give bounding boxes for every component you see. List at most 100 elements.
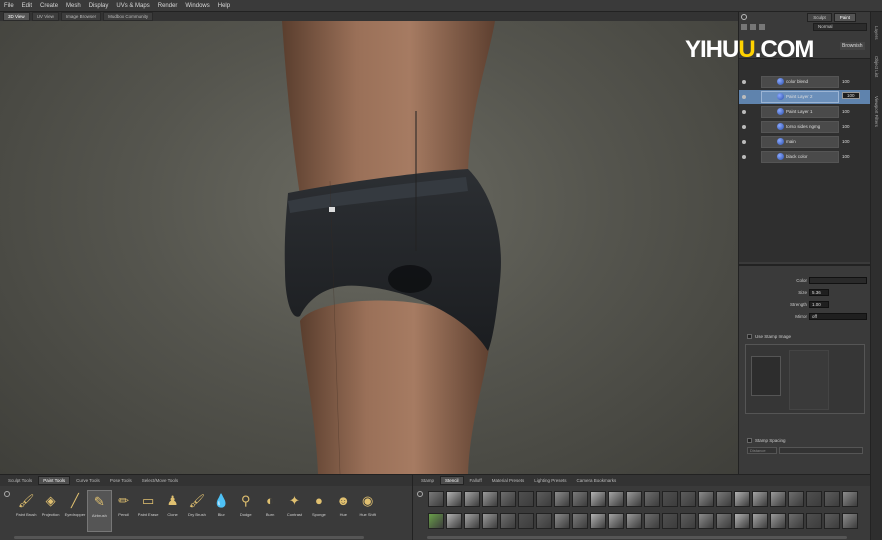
stencil-thumbnail[interactable]	[769, 491, 786, 507]
distance-slider[interactable]	[779, 447, 863, 454]
layer-opacity[interactable]: 100	[842, 139, 850, 144]
stamp-spacing-row[interactable]: Stamp Spacing	[747, 438, 867, 446]
panel-options-icon[interactable]	[741, 14, 747, 20]
menu-uvs-maps[interactable]: UVs & Maps	[116, 3, 149, 9]
stamp-shelf-scrollbar[interactable]	[427, 536, 847, 539]
stencil-thumbnail[interactable]	[445, 513, 462, 529]
stamp-tab-lighting-presets[interactable]: Lighting Presets	[530, 477, 570, 484]
menu-help[interactable]: Help	[218, 3, 230, 9]
3d-viewport[interactable]	[0, 21, 738, 474]
size-field[interactable]: 5.36	[809, 289, 829, 296]
stencil-thumbnail[interactable]	[841, 513, 858, 529]
stencil-thumbnail[interactable]	[571, 491, 588, 507]
tool-pencil[interactable]: ✏ Pencil	[112, 490, 136, 532]
menu-windows[interactable]: Windows	[185, 3, 209, 9]
menu-display[interactable]: Display	[89, 3, 109, 9]
use-stamp-checkbox[interactable]	[747, 334, 752, 340]
stencil-thumbnail[interactable]	[589, 491, 606, 507]
visibility-icon[interactable]	[742, 140, 746, 144]
stencil-thumbnail[interactable]	[481, 513, 498, 529]
shelf-tab-curve-tools[interactable]: Curve Tools	[72, 477, 104, 484]
menu-file[interactable]: File	[4, 3, 14, 9]
view-tab-mudbox-community[interactable]: Mudbox Community	[103, 12, 154, 21]
stencil-thumbnail[interactable]	[715, 491, 732, 507]
shelf-tab-pose-tools[interactable]: Pose Tools	[106, 477, 136, 484]
menu-render[interactable]: Render	[158, 3, 178, 9]
stencil-thumbnail[interactable]	[643, 513, 660, 529]
stencil-thumbnail[interactable]	[481, 491, 498, 507]
layer-opacity[interactable]: 100	[842, 92, 860, 99]
tool-dodge[interactable]: ⚲ Dodge	[234, 490, 258, 532]
tool-eyedropper[interactable]: ╱ Eyedropper	[63, 490, 87, 532]
layer-row[interactable]: black color 100	[739, 150, 871, 164]
stencil-thumbnail[interactable]	[427, 513, 444, 529]
shelf-options-icon[interactable]	[4, 491, 10, 497]
visibility-icon[interactable]	[742, 110, 746, 114]
layer-options-icon[interactable]	[759, 24, 765, 30]
stencil-thumbnail[interactable]	[499, 513, 516, 529]
stencil-thumbnail[interactable]	[751, 513, 768, 529]
menu-edit[interactable]: Edit	[22, 3, 32, 9]
new-layer-icon[interactable]	[741, 24, 747, 30]
stamp-tab-stamp[interactable]: Stamp	[417, 477, 438, 484]
stencil-thumbnail[interactable]	[589, 513, 606, 529]
tool-clone[interactable]: ♟ Clone	[160, 490, 184, 532]
stamp-shelf-options-icon[interactable]	[417, 491, 423, 497]
stencil-thumbnail[interactable]	[445, 491, 462, 507]
stencil-thumbnail[interactable]	[625, 491, 642, 507]
stencil-thumbnail[interactable]	[661, 491, 678, 507]
stamp-spacing-checkbox[interactable]	[747, 438, 752, 444]
stencil-thumbnail[interactable]	[535, 513, 552, 529]
tool-paint-brush[interactable]: 🖌 Paint Brush	[14, 490, 38, 532]
stencil-thumbnail[interactable]	[427, 491, 444, 507]
stencil-thumbnail[interactable]	[787, 513, 804, 529]
tab-sculpt[interactable]: Sculpt	[807, 12, 832, 22]
stencil-thumbnail[interactable]	[463, 513, 480, 529]
tab-paint[interactable]: Paint	[833, 12, 856, 22]
mirror-select[interactable]: off	[809, 313, 867, 320]
side-tab-layers[interactable]: Layers	[874, 26, 879, 40]
stencil-thumbnail[interactable]	[823, 491, 840, 507]
layer-row[interactable]: torso sides ngmg 100	[739, 120, 871, 134]
stencil-thumbnail[interactable]	[607, 513, 624, 529]
stencil-thumbnail[interactable]	[643, 491, 660, 507]
layer-opacity[interactable]: 100	[842, 79, 850, 84]
tool-dry-brush[interactable]: 🖌 Dry Brush	[185, 490, 209, 532]
stencil-thumbnail[interactable]	[697, 491, 714, 507]
stencil-thumbnail[interactable]	[787, 491, 804, 507]
stencil-thumbnail[interactable]	[823, 513, 840, 529]
blend-mode-select[interactable]: Normal	[813, 23, 867, 31]
stencil-thumbnail[interactable]	[805, 513, 822, 529]
tool-blur[interactable]: 💧 Blur	[209, 490, 233, 532]
layer-row[interactable]: Paint Layer 2 100	[739, 90, 871, 104]
stencil-thumbnail[interactable]	[499, 491, 516, 507]
stamp-preview[interactable]	[751, 356, 781, 396]
view-tab-image-browser[interactable]: Image Browser	[60, 12, 102, 21]
stamp-tab-material-presets[interactable]: Material Presets	[488, 477, 529, 484]
stencil-thumbnail[interactable]	[679, 491, 696, 507]
tool-burn[interactable]: ◐ Burn	[258, 490, 282, 532]
stencil-thumbnail[interactable]	[751, 491, 768, 507]
menu-create[interactable]: Create	[40, 3, 58, 9]
side-tab-viewport-filters[interactable]: Viewport Filters	[874, 96, 879, 127]
stencil-thumbnail[interactable]	[661, 513, 678, 529]
stencil-thumbnail[interactable]	[715, 513, 732, 529]
stencil-thumbnail[interactable]	[679, 513, 696, 529]
stamp-tab-falloff[interactable]: Falloff	[466, 477, 486, 484]
layer-row[interactable]: Paint Layer 1 100	[739, 105, 871, 119]
stencil-thumbnail[interactable]	[517, 491, 534, 507]
stencil-thumbnail[interactable]	[805, 491, 822, 507]
layer-opacity[interactable]: 100	[842, 154, 850, 159]
tool-airbrush[interactable]: ✎ Airbrush	[87, 490, 112, 532]
visibility-icon[interactable]	[742, 95, 746, 99]
stencil-thumbnail[interactable]	[733, 491, 750, 507]
stencil-thumbnail[interactable]	[571, 513, 588, 529]
side-tab-object-list[interactable]: Object List	[874, 56, 879, 77]
stencil-thumbnail[interactable]	[535, 491, 552, 507]
stencil-thumbnail[interactable]	[697, 513, 714, 529]
stencil-thumbnail[interactable]	[553, 513, 570, 529]
stencil-thumbnail[interactable]	[553, 491, 570, 507]
tool-hue-shift[interactable]: ◉ Hue Shift	[355, 490, 379, 532]
stencil-thumbnail[interactable]	[769, 513, 786, 529]
stencil-thumbnail[interactable]	[517, 513, 534, 529]
